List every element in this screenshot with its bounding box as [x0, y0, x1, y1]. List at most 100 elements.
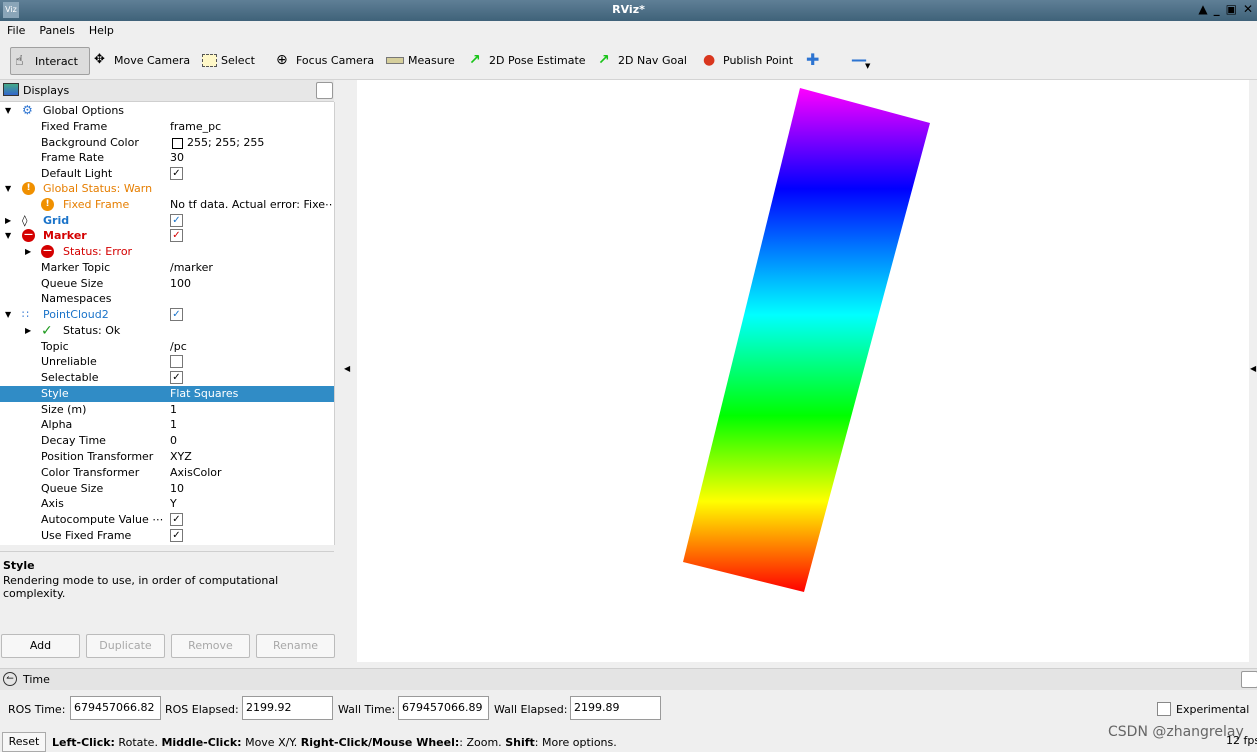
tree-row-frame-rate[interactable]: Frame Rate 30 — [0, 150, 334, 166]
tree-row-pc-queue-size[interactable]: Queue Size 10 — [0, 481, 334, 497]
description-text: Rendering mode to use, in order of compu… — [3, 574, 279, 600]
tree-row-namespaces[interactable]: Namespaces — [0, 291, 334, 307]
expand-arrow-icon[interactable]: ▼ — [5, 228, 11, 244]
tree-row-alpha[interactable]: Alpha 1 — [0, 417, 334, 433]
right-panel-edge[interactable]: ◀ — [1249, 80, 1257, 662]
tree-row-size[interactable]: Size (m) 1 — [0, 402, 334, 418]
selectable-checkbox[interactable]: ✓ — [170, 371, 183, 384]
tree-row-queue-size[interactable]: Queue Size 100 — [0, 276, 334, 292]
fps-readout: 12 fps — [1226, 734, 1257, 747]
collapse-arrow-icon[interactable]: ▶ — [5, 213, 11, 229]
tree-row-axis[interactable]: Axis Y — [0, 496, 334, 512]
rename-display-button[interactable]: Rename — [256, 634, 335, 658]
pose-estimate-button[interactable]: ↗ 2D Pose Estimate — [469, 47, 586, 73]
property-description: Style Rendering mode to use, in order of… — [0, 551, 334, 629]
tree-row-style[interactable]: Style Flat Squares — [0, 386, 334, 402]
tree-row-marker-status[interactable]: ▶ — Status: Error — [0, 244, 334, 260]
point-cloud-strip[interactable] — [683, 88, 930, 592]
tree-row-unreliable[interactable]: Unreliable — [0, 354, 334, 370]
tree-row-position-transformer[interactable]: Position Transformer XYZ — [0, 449, 334, 465]
move-camera-button[interactable]: ✥ Move Camera — [94, 47, 190, 73]
focus-camera-button[interactable]: ⊕ Focus Camera — [276, 47, 374, 73]
interact-tool-button[interactable]: ☝ Interact — [10, 47, 90, 75]
shade-icon[interactable]: ▲ — [1198, 2, 1207, 16]
experimental-checkbox[interactable] — [1157, 702, 1171, 716]
menu-file[interactable]: File — [0, 24, 32, 37]
menu-help[interactable]: Help — [82, 24, 121, 37]
tree-row-marker-topic[interactable]: Marker Topic /marker — [0, 260, 334, 276]
duplicate-display-button[interactable]: Duplicate — [86, 634, 165, 658]
time-panel-header: ↼ Time — [0, 668, 1257, 690]
checkmark-icon: ✓ — [41, 323, 53, 339]
ruler-icon — [386, 56, 404, 64]
expand-arrow-icon[interactable]: ▼ — [5, 181, 11, 197]
select-icon — [202, 53, 217, 67]
tree-row-topic[interactable]: Topic /pc — [0, 339, 334, 355]
map-pin-icon: ● — [703, 52, 716, 68]
tree-row-pc-status[interactable]: ▶ ✓ Status: Ok — [0, 323, 334, 339]
maximize-icon[interactable]: ▣ — [1226, 2, 1237, 16]
displays-tree: ▼ ⚙ Global Options Fixed Frame frame_pc … — [0, 102, 335, 545]
close-icon[interactable]: ✕ — [1243, 2, 1253, 16]
menu-panels[interactable]: Panels — [32, 24, 81, 37]
select-button[interactable]: Select — [202, 47, 255, 73]
collapse-left-icon[interactable]: ◀ — [344, 364, 350, 373]
tree-row-autocompute[interactable]: Autocompute Value ⋯ ✓ — [0, 512, 334, 528]
publish-point-button[interactable]: ● Publish Point — [703, 47, 793, 73]
tree-row-status-fixed-frame[interactable]: ! Fixed Frame No tf data. Actual error: … — [0, 197, 334, 213]
wall-time-field[interactable]: 679457066.89 — [398, 696, 489, 720]
tree-row-decay-time[interactable]: Decay Time 0 — [0, 433, 334, 449]
tool-bar: ☝ Interact ✥ Move Camera Select ⊕ Focus … — [0, 41, 1257, 80]
autocompute-checkbox[interactable]: ✓ — [170, 513, 183, 526]
minimize-icon[interactable]: _ — [1214, 2, 1220, 16]
clock-icon: ↼ — [3, 672, 17, 686]
float-time-panel-button[interactable] — [1241, 671, 1257, 688]
unreliable-checkbox[interactable] — [170, 355, 183, 368]
float-panel-button[interactable] — [316, 82, 333, 99]
status-bar: Reset Left-Click: Rotate. Middle-Click: … — [0, 724, 1257, 752]
use-fixed-frame-checkbox[interactable]: ✓ — [170, 529, 183, 542]
wall-time-label: Wall Time: — [338, 703, 396, 716]
expand-arrow-icon[interactable]: ▼ — [5, 307, 11, 323]
marker-enabled-checkbox[interactable]: ✓ — [170, 229, 183, 242]
viewport-canvas — [683, 88, 930, 592]
error-icon: — — [41, 245, 54, 258]
tree-row-background-color[interactable]: Background Color 255; 255; 255 — [0, 135, 334, 151]
collapse-arrow-icon[interactable]: ▶ — [25, 323, 31, 339]
remove-tool-button[interactable]: — ▼ — [851, 47, 870, 73]
grid-enabled-checkbox[interactable]: ✓ — [170, 214, 183, 227]
tree-row-marker[interactable]: ▼ — Marker ✓ — [0, 228, 334, 244]
tree-row-global-options[interactable]: ▼ ⚙ Global Options — [0, 103, 334, 119]
expand-arrow-icon[interactable]: ▼ — [5, 103, 11, 119]
tree-row-use-fixed-frame[interactable]: Use Fixed Frame ✓ — [0, 528, 334, 544]
tree-row-pointcloud2[interactable]: ▼ ∷ PointCloud2 ✓ — [0, 307, 334, 323]
nav-goal-button[interactable]: ↗ 2D Nav Goal — [598, 47, 687, 73]
tree-row-global-status[interactable]: ▼ ! Global Status: Warn — [0, 181, 334, 197]
ros-elapsed-field[interactable]: 2199.92 — [242, 696, 333, 720]
collapse-right-icon[interactable]: ◀ — [1250, 364, 1256, 373]
ros-time-label: ROS Time: — [8, 703, 66, 716]
tree-row-default-light[interactable]: Default Light ✓ — [0, 166, 334, 182]
remove-display-button[interactable]: Remove — [171, 634, 250, 658]
default-light-checkbox[interactable]: ✓ — [170, 167, 183, 180]
experimental-label: Experimental — [1176, 703, 1250, 716]
pointcloud-enabled-checkbox[interactable]: ✓ — [170, 308, 183, 321]
minus-icon: — — [851, 50, 867, 69]
panel-splitter[interactable]: ◀ — [335, 80, 357, 662]
color-swatch[interactable] — [172, 138, 183, 149]
tree-row-grid[interactable]: ▶ ◊ Grid ✓ — [0, 213, 334, 229]
add-display-button[interactable]: Add — [1, 634, 80, 658]
displays-panel-header: Displays — [0, 80, 334, 102]
ros-time-field[interactable]: 679457066.82 — [70, 696, 161, 720]
collapse-arrow-icon[interactable]: ▶ — [25, 244, 31, 260]
tree-row-selectable[interactable]: Selectable ✓ — [0, 370, 334, 386]
tree-row-color-transformer[interactable]: Color Transformer AxisColor — [0, 465, 334, 481]
wall-elapsed-field[interactable]: 2199.89 — [570, 696, 661, 720]
measure-button[interactable]: Measure — [386, 47, 455, 73]
time-bar: ROS Time: 679457066.82 ROS Elapsed: 2199… — [0, 690, 1257, 728]
tree-row-fixed-frame[interactable]: Fixed Frame frame_pc — [0, 119, 334, 135]
render-viewport[interactable] — [357, 80, 1249, 662]
move-camera-icon: ✥ — [94, 52, 105, 67]
reset-button[interactable]: Reset — [2, 732, 46, 752]
add-tool-button[interactable]: ✚ — [806, 47, 822, 73]
